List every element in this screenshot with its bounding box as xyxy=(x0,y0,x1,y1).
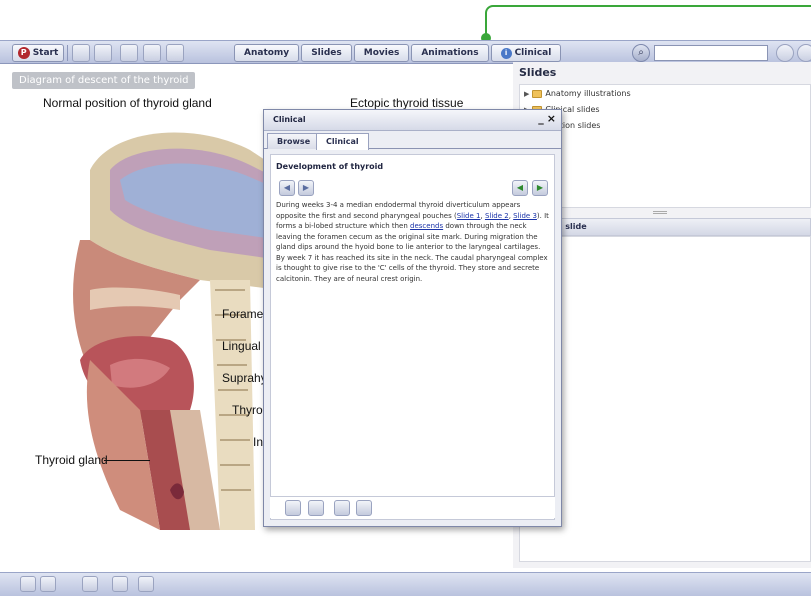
start-label: Start xyxy=(32,48,59,58)
slides-title: Slides xyxy=(519,66,557,79)
splitter-grip-icon xyxy=(653,211,667,214)
popup-footer xyxy=(270,496,555,518)
tab-clinical[interactable]: i Clinical xyxy=(490,44,562,62)
tree-item-anatomy-illustrations[interactable]: ▶ Anatomy illustrations xyxy=(524,89,631,98)
heading-normal-position: Normal position of thyroid gland xyxy=(43,96,212,110)
popup-tabs: Browse Clinical xyxy=(264,132,561,150)
navigation-row: ◀ ▶ ◀ ▶ xyxy=(275,180,552,197)
close-icon[interactable]: × xyxy=(547,112,556,125)
zoom-out-icon[interactable] xyxy=(138,576,154,592)
folder-icon xyxy=(532,89,543,98)
start-button[interactable]: P Start xyxy=(12,44,64,62)
diagram-caption: Diagram of descent of the thyroid xyxy=(12,72,196,89)
tree-item-label: Anatomy illustrations xyxy=(545,89,631,98)
label-infrahyoid: In xyxy=(253,435,264,449)
label-suprahyoid: Suprahy xyxy=(222,371,267,385)
clinical-popup[interactable]: Clinical _ × Browse Clinical Development… xyxy=(263,109,562,527)
label-thyroid-gland: Thyroid gland xyxy=(35,453,108,467)
thyroid-leader-line xyxy=(104,460,150,461)
expand-arrow-icon: ▶ xyxy=(524,89,530,98)
tab-movies[interactable]: Movies xyxy=(353,44,410,62)
forward-icon[interactable] xyxy=(94,44,112,62)
notes-icon[interactable] xyxy=(120,44,138,62)
callout-line xyxy=(485,5,811,37)
slide-3-link[interactable]: Slide 3 xyxy=(513,212,537,220)
descends-link[interactable]: descends xyxy=(410,222,443,230)
edit-icon[interactable] xyxy=(82,576,98,592)
previous-arrow-icon[interactable]: ◀ xyxy=(279,180,295,196)
tab-browse[interactable]: Browse xyxy=(267,133,321,149)
tab-slides[interactable]: Slides xyxy=(301,44,352,62)
app-window: P Start Anatomy Slides Movies Animations… xyxy=(0,0,811,596)
label-lingual: Lingual t xyxy=(222,339,268,353)
tab-clinical-popup[interactable]: Clinical xyxy=(316,133,369,150)
popup-content: Development of thyroid ◀ ▶ ◀ ▶ During we… xyxy=(270,154,555,520)
forward-green-icon[interactable]: ▶ xyxy=(532,180,548,196)
save-icon[interactable] xyxy=(40,576,56,592)
clinical-text: During weeks 3-4 a median endodermal thy… xyxy=(276,200,550,500)
toolbar-divider xyxy=(67,45,68,61)
slide-1-link[interactable]: Slide 1 xyxy=(457,212,481,220)
back-green-icon[interactable]: ◀ xyxy=(512,180,528,196)
popup-titlebar[interactable]: Clinical _ × xyxy=(264,110,561,131)
copy-icon[interactable] xyxy=(112,576,128,592)
zoom-icon[interactable] xyxy=(776,44,794,62)
search-icon[interactable]: ⌕ xyxy=(632,44,650,62)
in-slide-list xyxy=(519,236,811,562)
popup-title: Clinical xyxy=(273,115,306,124)
favorites-icon[interactable] xyxy=(166,44,184,62)
next-arrow-icon[interactable]: ▶ xyxy=(298,180,314,196)
window-icon[interactable] xyxy=(143,44,161,62)
minimize-icon[interactable]: _ xyxy=(538,112,544,125)
print-popup-icon[interactable] xyxy=(334,500,350,516)
section-title: Development of thyroid xyxy=(276,162,384,171)
help-icon[interactable] xyxy=(797,44,811,62)
clinical-info-icon: i xyxy=(500,47,512,59)
back-icon[interactable] xyxy=(72,44,90,62)
search-input[interactable] xyxy=(654,45,768,61)
slides-tree: ▶ Anatomy illustrations ▶ Clinical slide… xyxy=(519,84,811,208)
in-slide-header: in slide xyxy=(519,218,811,236)
print-icon[interactable] xyxy=(20,576,36,592)
slide-2-link[interactable]: Slide 2 xyxy=(485,212,509,220)
bottom-toolbar xyxy=(0,572,811,596)
primal-logo-icon: P xyxy=(17,47,30,59)
tab-clinical-label: Clinical xyxy=(514,48,552,58)
save-popup-icon[interactable] xyxy=(356,500,372,516)
zoom-search-icon[interactable] xyxy=(308,500,324,516)
edit-note-icon[interactable] xyxy=(285,500,301,516)
heading-ectopic-tissue: Ectopic thyroid tissue xyxy=(350,96,464,110)
text-part: down through the neck leaving the forame… xyxy=(276,222,548,283)
tab-animations[interactable]: Animations xyxy=(411,44,489,62)
main-toolbar: P Start Anatomy Slides Movies Animations… xyxy=(0,40,811,64)
popup-controls: _ × xyxy=(538,112,556,125)
tab-anatomy[interactable]: Anatomy xyxy=(234,44,300,62)
module-tabs: Anatomy Slides Movies Animations i Clini… xyxy=(234,44,562,62)
